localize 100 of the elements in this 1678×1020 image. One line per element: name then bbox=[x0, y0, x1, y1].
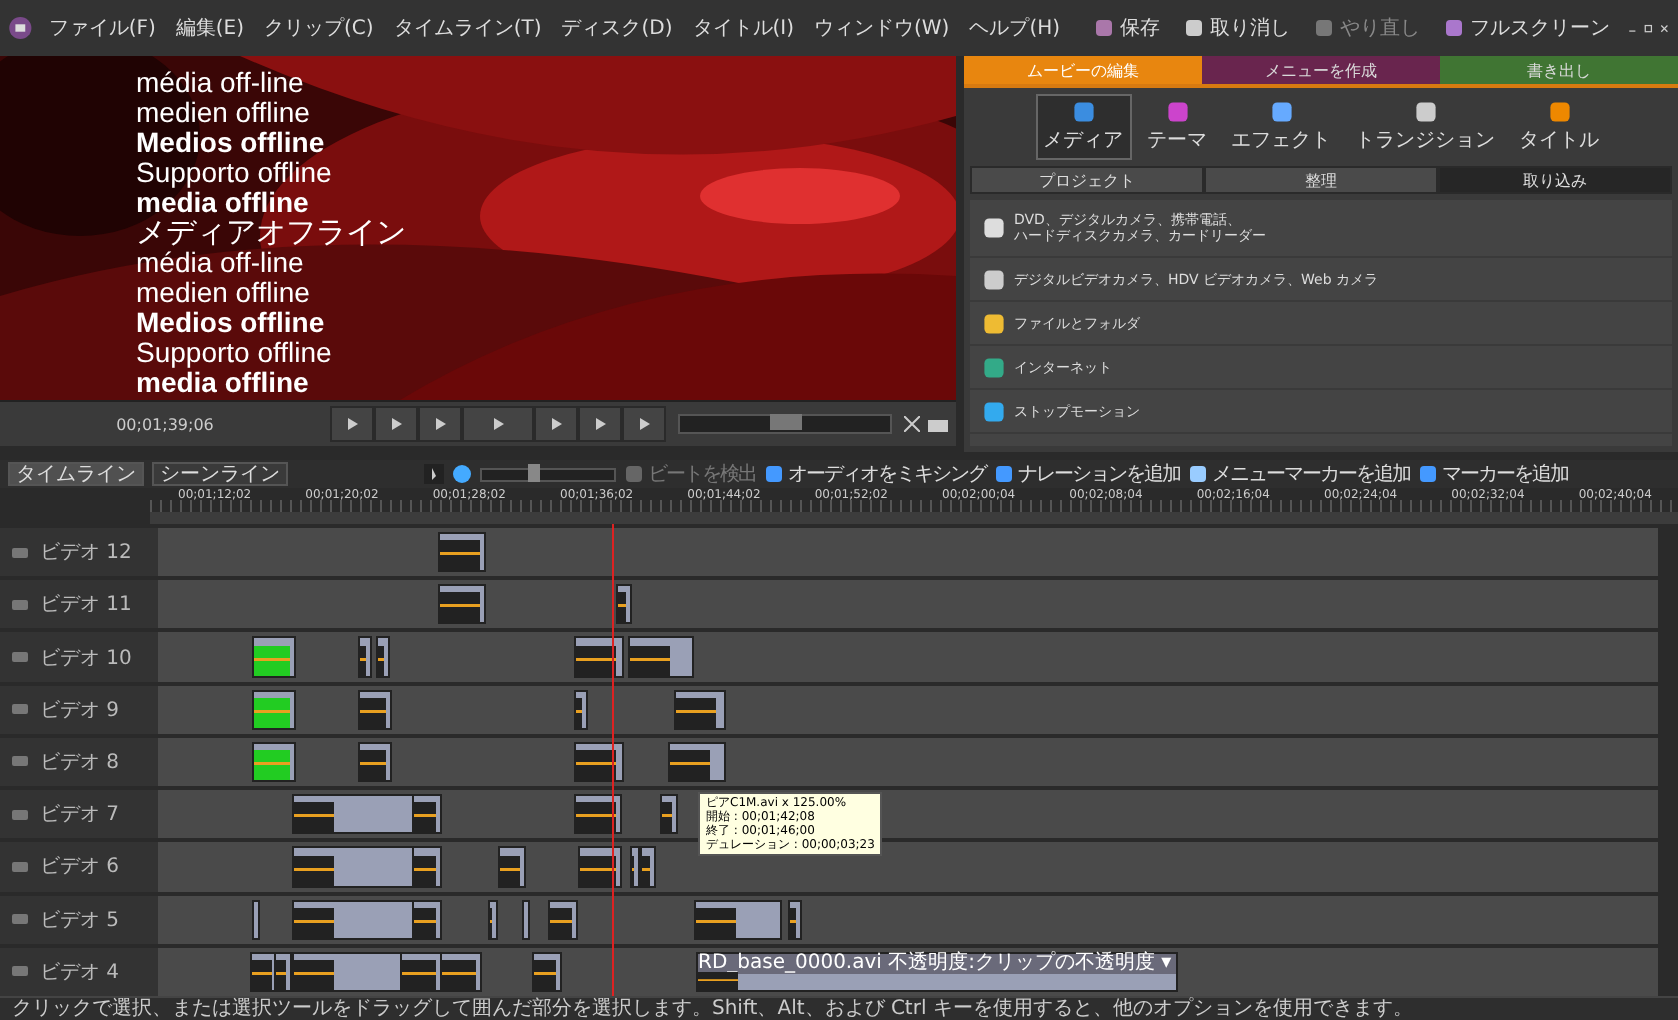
menu-item[interactable]: タイムライン(T) bbox=[389, 14, 546, 42]
clip[interactable] bbox=[628, 636, 694, 678]
track-toggle-icon[interactable] bbox=[12, 861, 28, 872]
mode-tab[interactable]: 書き出し bbox=[1440, 56, 1678, 84]
zoom-slider[interactable] bbox=[480, 467, 616, 481]
fullscreen-button[interactable]: フルスクリーン bbox=[1438, 14, 1617, 42]
track-toggle-icon[interactable] bbox=[12, 547, 28, 558]
clip[interactable] bbox=[358, 636, 372, 678]
track-name: ビデオ 11 bbox=[40, 592, 132, 619]
menu-item[interactable]: ヘルプ(H) bbox=[965, 14, 1065, 42]
clip[interactable] bbox=[574, 741, 624, 783]
panel-tool-button[interactable]: エフェクト bbox=[1223, 94, 1339, 160]
clip[interactable] bbox=[668, 741, 726, 783]
clip-thumbnail-drawing bbox=[294, 959, 334, 990]
clip[interactable] bbox=[574, 794, 622, 835]
panel-tool-button[interactable]: テーマ bbox=[1139, 94, 1215, 160]
menu-item[interactable]: ファイル(F) bbox=[44, 14, 160, 42]
clip[interactable] bbox=[412, 846, 442, 888]
menu-item[interactable]: ディスク(D) bbox=[557, 14, 677, 42]
clip[interactable] bbox=[412, 899, 442, 940]
undo-button[interactable]: 取り消し bbox=[1178, 14, 1297, 42]
clip[interactable] bbox=[522, 899, 530, 940]
clip[interactable] bbox=[438, 584, 486, 625]
narration-button[interactable]: ナレーションを追加 bbox=[994, 460, 1180, 488]
mode-tab[interactable]: メニューを作成 bbox=[1202, 56, 1440, 84]
clip[interactable] bbox=[292, 846, 414, 888]
transport-button[interactable] bbox=[578, 406, 622, 442]
sub-tab[interactable]: プロジェクト bbox=[970, 166, 1204, 194]
save-button[interactable]: 保存 bbox=[1088, 14, 1167, 42]
sub-tab[interactable]: 取り込み bbox=[1438, 166, 1672, 194]
clip[interactable] bbox=[640, 846, 656, 888]
marker-button[interactable]: マーカーを追加 bbox=[1418, 460, 1568, 488]
timeline-tab[interactable]: タイムライン bbox=[8, 462, 144, 486]
preview-text: Medios offline bbox=[136, 308, 327, 338]
clip[interactable] bbox=[252, 636, 296, 678]
track-toggle-icon[interactable] bbox=[12, 966, 28, 977]
clip[interactable] bbox=[292, 951, 402, 992]
clip[interactable] bbox=[694, 899, 782, 940]
clip[interactable] bbox=[252, 899, 260, 940]
menu-item[interactable]: タイトル(I) bbox=[688, 14, 799, 42]
track-toggle-icon[interactable] bbox=[12, 809, 28, 820]
track-toggle-icon[interactable] bbox=[12, 756, 28, 767]
clip[interactable] bbox=[674, 689, 726, 730]
panel-tool-button[interactable]: タイトル bbox=[1511, 94, 1607, 160]
clip-thumbnail-drawing bbox=[440, 540, 480, 571]
pointer-tool-icon[interactable] bbox=[424, 464, 444, 484]
menu-item[interactable]: 編集(E) bbox=[171, 14, 249, 42]
clip[interactable] bbox=[252, 689, 296, 730]
clip-thumbnail-drawing bbox=[790, 907, 796, 938]
clip[interactable] bbox=[358, 741, 392, 783]
track-toggle-icon[interactable] bbox=[12, 652, 28, 663]
clip[interactable] bbox=[498, 846, 526, 888]
transport-button[interactable] bbox=[622, 406, 666, 442]
clip[interactable] bbox=[400, 951, 442, 992]
clip[interactable] bbox=[358, 689, 392, 730]
clip[interactable] bbox=[438, 532, 486, 573]
clip[interactable] bbox=[412, 794, 442, 835]
clip[interactable] bbox=[292, 899, 414, 940]
clip[interactable]: RD_base_0000.avi 不透明度:クリップの不透明度 ▾ bbox=[696, 951, 1178, 992]
clip[interactable] bbox=[292, 794, 414, 835]
step-icon bbox=[346, 418, 358, 430]
clip[interactable] bbox=[440, 951, 482, 992]
clip[interactable] bbox=[274, 951, 292, 992]
transport-button[interactable] bbox=[418, 406, 462, 442]
sub-tab[interactable]: 整理 bbox=[1204, 166, 1438, 194]
play-button[interactable] bbox=[462, 406, 534, 442]
menu-item[interactable]: クリップ(C) bbox=[260, 14, 378, 42]
clip[interactable] bbox=[376, 636, 390, 678]
transport-button[interactable] bbox=[374, 406, 418, 442]
scissors-icon[interactable] bbox=[904, 416, 920, 432]
zoom-thumb[interactable] bbox=[528, 463, 541, 481]
preview-text: Medios offline bbox=[136, 128, 327, 158]
clip[interactable] bbox=[616, 584, 632, 625]
clip[interactable] bbox=[574, 636, 624, 678]
menu-item[interactable]: ウィンドウ(W) bbox=[810, 14, 954, 42]
clip[interactable] bbox=[660, 794, 678, 835]
panel-tool-button[interactable]: メディア bbox=[1035, 94, 1131, 160]
clip[interactable] bbox=[488, 899, 498, 940]
transport-button[interactable] bbox=[534, 406, 578, 442]
clip[interactable] bbox=[252, 741, 296, 783]
track-name: ビデオ 7 bbox=[40, 802, 120, 829]
clip[interactable] bbox=[532, 951, 562, 992]
shuttle-thumb[interactable] bbox=[769, 414, 801, 430]
clip[interactable] bbox=[788, 899, 802, 940]
clip-thumbnail-drawing bbox=[294, 855, 334, 886]
track-toggle-icon[interactable] bbox=[12, 704, 28, 715]
clip[interactable] bbox=[548, 899, 578, 940]
shuttle-slider[interactable] bbox=[678, 414, 892, 434]
clip-thumbnail-drawing bbox=[360, 697, 386, 728]
timeline-tab[interactable]: シーンライン bbox=[152, 462, 288, 486]
clip[interactable] bbox=[578, 846, 622, 888]
transport-button[interactable] bbox=[330, 406, 374, 442]
track-toggle-icon[interactable] bbox=[12, 599, 28, 610]
menumarker-button[interactable]: メニューマーカーを追加 bbox=[1188, 460, 1410, 488]
window-controls-icon[interactable] bbox=[1628, 20, 1670, 36]
clip[interactable] bbox=[574, 689, 588, 730]
track-toggle-icon[interactable] bbox=[12, 914, 28, 925]
clip-thumbnail-drawing bbox=[576, 802, 616, 833]
mix-button[interactable]: オーディオをミキシング bbox=[764, 460, 986, 488]
panel-tool-button[interactable]: トランジション bbox=[1347, 94, 1503, 160]
